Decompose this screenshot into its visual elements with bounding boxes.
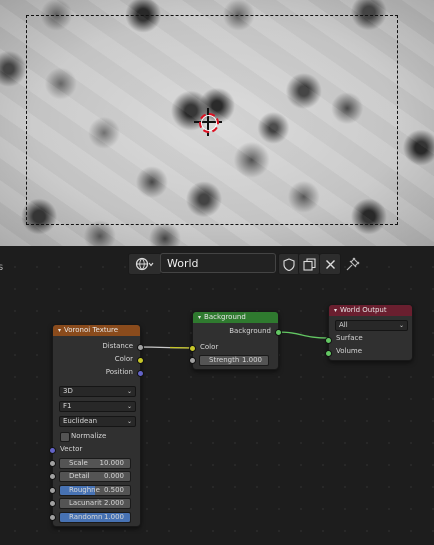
pin-button[interactable] (344, 255, 362, 273)
collapse-chevron-icon[interactable]: ▾ (198, 314, 201, 321)
editor-type-edge[interactable]: s (0, 262, 3, 273)
socket-lacunarity[interactable] (49, 500, 56, 507)
detail-field[interactable]: Detail 0.000 (59, 471, 131, 482)
normalize-checkbox[interactable] (60, 432, 70, 442)
output-background: Background (229, 327, 271, 335)
output-position: Position (105, 368, 133, 376)
socket-roughness[interactable] (49, 487, 56, 494)
background-node-header[interactable]: ▾ Background (193, 312, 278, 323)
socket-detail[interactable] (49, 473, 56, 480)
3d-viewport[interactable] (0, 0, 434, 246)
vector-label: Vector (60, 445, 83, 453)
duplicate-world-button[interactable] (298, 253, 320, 275)
surface-input-label: Surface (336, 334, 363, 342)
roughness-field[interactable]: Roughne 0.500 (59, 485, 131, 496)
socket-background-out[interactable] (275, 329, 282, 336)
color-input-label: Color (200, 343, 219, 351)
collapse-chevron-icon[interactable]: ▾ (58, 327, 61, 334)
world-selector-button[interactable] (128, 253, 162, 275)
target-dropdown[interactable]: All ⌄ (335, 320, 408, 331)
output-distance: Distance (102, 342, 133, 350)
socket-volume[interactable] (325, 350, 332, 357)
socket-surface[interactable] (325, 337, 332, 344)
strength-field[interactable]: Strength 1.000 (199, 355, 269, 366)
world-output-node-header[interactable]: ▾ World Output (329, 305, 412, 316)
voronoi-node-header[interactable]: ▾ Voronoi Texture (53, 325, 140, 336)
collapse-chevron-icon[interactable]: ▾ (334, 307, 337, 314)
socket-distance[interactable] (137, 344, 144, 351)
node-editor-header: s World (0, 246, 434, 278)
chevron-down-icon: ⌄ (126, 403, 132, 410)
background-node[interactable]: ▾ Background Background Color Strength 1.0… (189, 311, 282, 370)
chevron-down-icon: ⌄ (398, 322, 404, 329)
lacunarity-field[interactable]: Lacunarit 2.000 (59, 498, 131, 509)
randomness-field[interactable]: Randomn 1.000 (59, 512, 131, 523)
socket-strength[interactable] (189, 357, 196, 364)
dimensions-dropdown[interactable]: 3D ⌄ (59, 386, 136, 397)
output-color: Color (114, 355, 133, 363)
socket-randomness[interactable] (49, 514, 56, 521)
socket-scale[interactable] (49, 460, 56, 467)
feature-dropdown[interactable]: F1 ⌄ (59, 401, 136, 412)
scale-field[interactable]: Scale 10.000 (59, 458, 131, 469)
pin-icon (346, 257, 360, 271)
world-name-field[interactable]: World (160, 253, 276, 273)
socket-vector[interactable] (49, 447, 56, 454)
duplicate-icon (302, 257, 316, 271)
unlink-world-button[interactable] (319, 253, 341, 275)
chevron-down-icon: ⌄ (126, 388, 132, 395)
close-icon (325, 259, 335, 269)
volume-input-label: Volume (336, 347, 363, 355)
metric-dropdown[interactable]: Euclidean ⌄ (59, 416, 136, 427)
normalize-label: Normalize (71, 432, 107, 440)
socket-position[interactable] (137, 370, 144, 377)
world-output-node[interactable]: ▾ World Output All ⌄ Surface Volume (325, 304, 413, 361)
fake-user-button[interactable] (278, 253, 300, 275)
shield-icon (283, 257, 295, 271)
3d-cursor-icon[interactable] (194, 108, 222, 136)
socket-color[interactable] (137, 357, 144, 364)
socket-color-in[interactable] (189, 345, 196, 352)
voronoi-texture-node[interactable]: ▾ Voronoi Texture Distance Color Position… (49, 324, 144, 527)
chevron-down-icon: ⌄ (126, 418, 132, 425)
world-icon (135, 257, 154, 271)
